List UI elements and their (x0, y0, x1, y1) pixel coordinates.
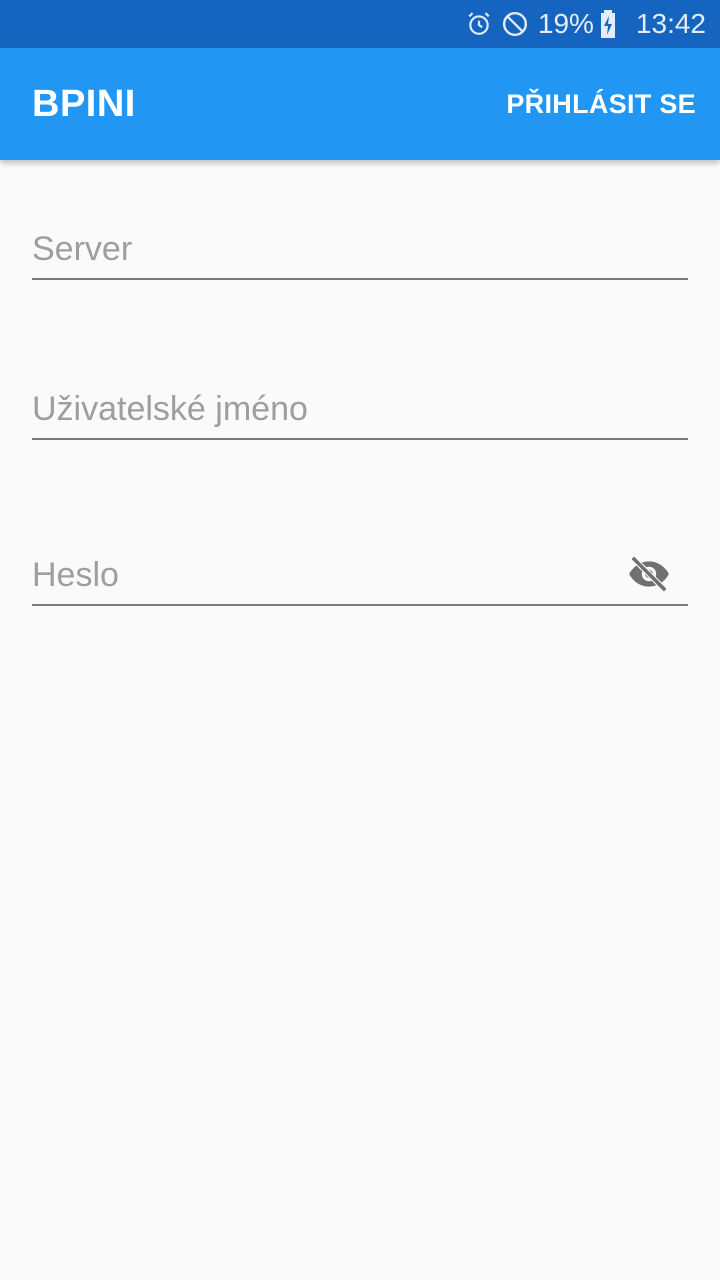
password-field (32, 546, 688, 606)
login-button[interactable]: PŘIHLÁSIT SE (506, 89, 696, 120)
app-title: BPINI (32, 82, 136, 125)
username-input[interactable] (32, 380, 688, 438)
username-field (32, 380, 688, 440)
battery-charging-icon (600, 10, 616, 38)
server-field (32, 220, 688, 280)
visibility-off-icon[interactable] (626, 554, 672, 594)
status-bar: 19% 13:42 (0, 0, 720, 48)
app-bar: BPINI PŘIHLÁSIT SE (0, 48, 720, 160)
server-input[interactable] (32, 220, 688, 278)
clock: 13:42 (635, 8, 706, 39)
password-input[interactable] (32, 546, 612, 604)
alarm-icon (466, 11, 492, 37)
do-not-disturb-icon (502, 11, 528, 37)
battery-percent: 19% (537, 8, 594, 39)
